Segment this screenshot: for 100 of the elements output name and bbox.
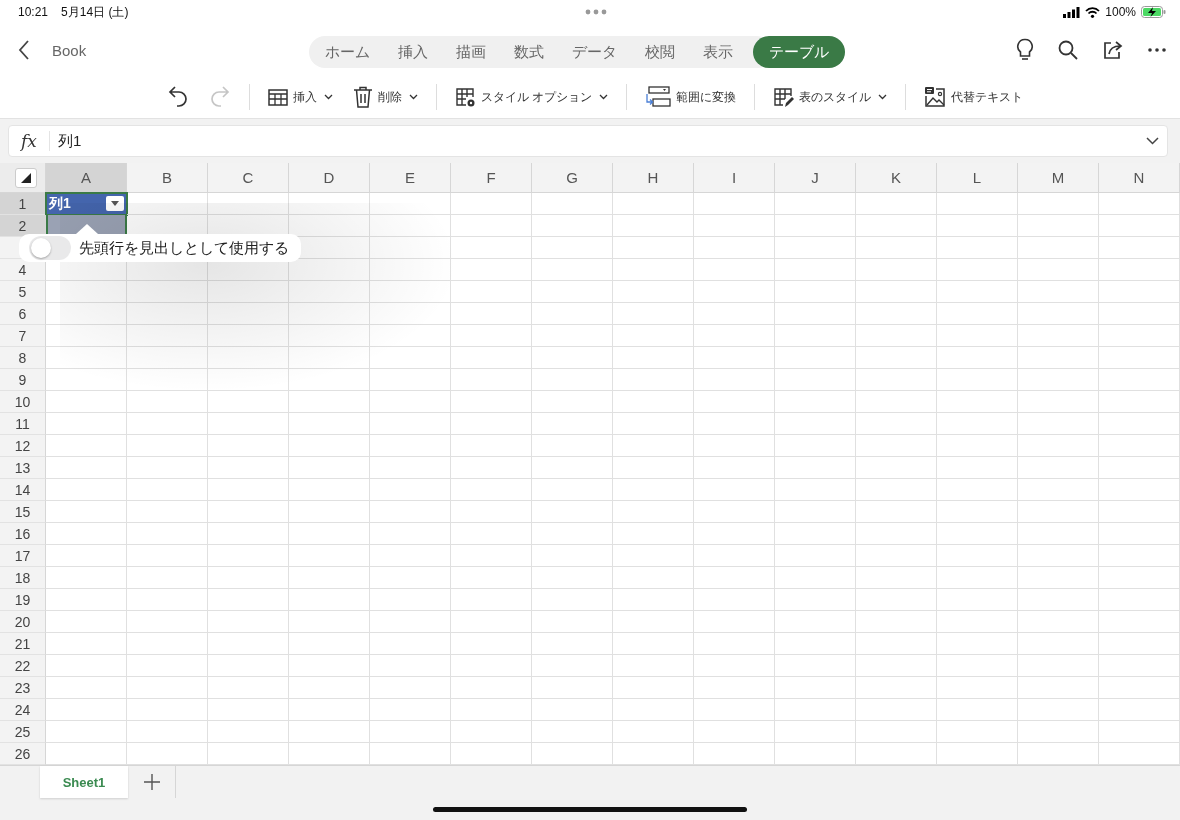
row-header[interactable]: 17: [0, 545, 46, 567]
grid-cell[interactable]: [856, 369, 937, 391]
grid-cell[interactable]: [1099, 545, 1180, 567]
grid-cell[interactable]: [1099, 391, 1180, 413]
grid-cell[interactable]: [775, 545, 856, 567]
grid-cell[interactable]: [1018, 743, 1099, 765]
grid-cell[interactable]: [937, 567, 1018, 589]
grid-cell[interactable]: [208, 193, 289, 215]
grid-cell[interactable]: [46, 325, 127, 347]
grid-cell[interactable]: [127, 611, 208, 633]
insert-button[interactable]: 挿入: [259, 88, 341, 106]
grid-cell[interactable]: [775, 589, 856, 611]
grid-cell[interactable]: [208, 391, 289, 413]
grid-cell[interactable]: [289, 611, 370, 633]
grid-cell[interactable]: [289, 677, 370, 699]
grid-cell[interactable]: [370, 413, 451, 435]
grid-cell[interactable]: [46, 677, 127, 699]
grid-cell[interactable]: [208, 479, 289, 501]
grid-cell[interactable]: [451, 325, 532, 347]
grid-cell[interactable]: [1018, 523, 1099, 545]
grid-cell[interactable]: [694, 303, 775, 325]
grid-cell[interactable]: [775, 699, 856, 721]
row-header[interactable]: 22: [0, 655, 46, 677]
grid-cell[interactable]: [856, 523, 937, 545]
grid-cell[interactable]: [451, 369, 532, 391]
grid-cell[interactable]: [775, 501, 856, 523]
alt-text-button[interactable]: 代替テキスト: [916, 86, 1032, 108]
grid-cell[interactable]: [532, 743, 613, 765]
grid-cell[interactable]: [694, 435, 775, 457]
grid-cell[interactable]: [289, 567, 370, 589]
grid-cell[interactable]: [127, 501, 208, 523]
expand-chevron-icon[interactable]: [1146, 137, 1159, 145]
row-header[interactable]: 2: [0, 215, 46, 237]
grid-cell[interactable]: [1018, 567, 1099, 589]
grid-cell[interactable]: [613, 281, 694, 303]
ribbon-tab[interactable]: データ: [558, 36, 631, 68]
filter-dropdown-button[interactable]: [106, 196, 124, 211]
grid-cell[interactable]: [532, 413, 613, 435]
grid-cell[interactable]: [208, 303, 289, 325]
grid-cell[interactable]: [127, 303, 208, 325]
grid-cell[interactable]: [1099, 501, 1180, 523]
grid-cell[interactable]: [613, 325, 694, 347]
grid-cell[interactable]: [370, 281, 451, 303]
grid-cell[interactable]: [1099, 677, 1180, 699]
grid-cell[interactable]: [451, 303, 532, 325]
search-icon[interactable]: [1058, 40, 1078, 60]
back-button[interactable]: Book: [0, 39, 87, 61]
grid-cell[interactable]: [1018, 479, 1099, 501]
grid-cell[interactable]: [208, 457, 289, 479]
grid-cell[interactable]: [1099, 303, 1180, 325]
grid-cell[interactable]: [1099, 721, 1180, 743]
grid-cell[interactable]: [694, 193, 775, 215]
grid-cell[interactable]: [289, 545, 370, 567]
column-header[interactable]: H: [613, 163, 694, 193]
grid-cell[interactable]: [775, 369, 856, 391]
grid-cell[interactable]: [937, 281, 1018, 303]
grid-cell[interactable]: [127, 743, 208, 765]
grid-cell[interactable]: [451, 743, 532, 765]
grid-cell[interactable]: [775, 413, 856, 435]
grid-cell[interactable]: [937, 237, 1018, 259]
grid-cell[interactable]: [208, 721, 289, 743]
grid-cell[interactable]: [46, 413, 127, 435]
grid-cell[interactable]: [694, 237, 775, 259]
grid-cell[interactable]: [613, 567, 694, 589]
grid-cell[interactable]: [370, 699, 451, 721]
convert-button[interactable]: 範囲に変換: [637, 86, 745, 108]
grid-cell[interactable]: [856, 479, 937, 501]
grid-cell[interactable]: [937, 303, 1018, 325]
grid-cell[interactable]: [613, 743, 694, 765]
grid-cell[interactable]: [370, 589, 451, 611]
grid-cell[interactable]: [1099, 413, 1180, 435]
more-icon[interactable]: [1148, 48, 1166, 52]
grid-cell[interactable]: [451, 479, 532, 501]
grid-cell[interactable]: [208, 501, 289, 523]
grid-cell[interactable]: [937, 479, 1018, 501]
home-indicator[interactable]: [433, 807, 747, 812]
grid-cell[interactable]: [694, 281, 775, 303]
row-header[interactable]: 20: [0, 611, 46, 633]
grid-cell[interactable]: [46, 721, 127, 743]
grid-cell[interactable]: [370, 237, 451, 259]
grid-cell[interactable]: [1018, 677, 1099, 699]
grid-cell[interactable]: [937, 611, 1018, 633]
grid-cell[interactable]: [289, 721, 370, 743]
grid-cell[interactable]: [1018, 281, 1099, 303]
grid-cell[interactable]: [289, 457, 370, 479]
grid-cell[interactable]: [208, 567, 289, 589]
grid-cell[interactable]: [127, 347, 208, 369]
grid-cell[interactable]: [370, 259, 451, 281]
grid-cell[interactable]: [46, 479, 127, 501]
grid-cell[interactable]: [1018, 655, 1099, 677]
grid-cell[interactable]: [532, 545, 613, 567]
grid-cell[interactable]: [532, 633, 613, 655]
grid-cell[interactable]: [694, 347, 775, 369]
grid-cell[interactable]: [613, 523, 694, 545]
grid-cell[interactable]: [775, 325, 856, 347]
grid-cell[interactable]: [856, 413, 937, 435]
grid-cell[interactable]: [532, 435, 613, 457]
grid-cell[interactable]: [775, 523, 856, 545]
grid-cell[interactable]: [937, 347, 1018, 369]
grid-cell[interactable]: [370, 567, 451, 589]
